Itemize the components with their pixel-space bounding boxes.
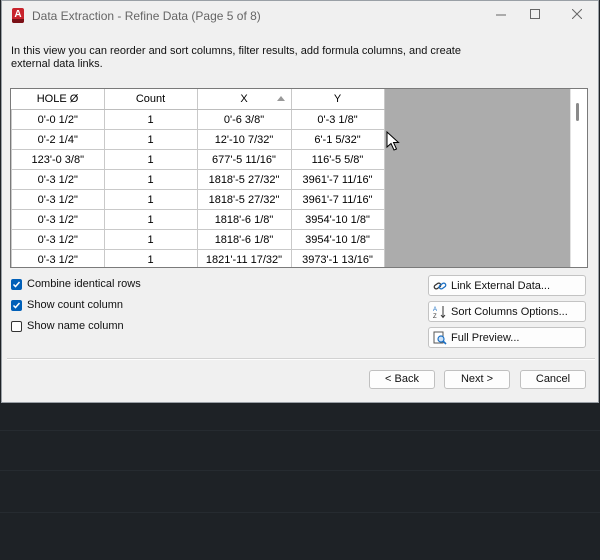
table-row[interactable]: 123'-0 3/8" 1 677'-5 11/16" 116'-5 5/8" bbox=[11, 149, 385, 170]
window-title: Data Extraction - Refine Data (Page 5 of… bbox=[32, 9, 261, 23]
table-row[interactable]: 0'-0 1/2" 1 0'-6 3/8" 0'-3 1/8" bbox=[11, 109, 385, 130]
combine-rows-checkbox[interactable] bbox=[11, 278, 22, 290]
table-row[interactable]: 0'-3 1/2" 1 1821'-11 17/32" 3973'-1 13/16" bbox=[11, 249, 385, 267]
vertical-scrollbar[interactable] bbox=[570, 89, 587, 267]
link-external-data-button[interactable]: Link External Data... bbox=[428, 275, 586, 296]
table-cell[interactable]: 123'-0 3/8" bbox=[11, 149, 105, 170]
data-table: HOLE Ø Count X Y 0'-0 1/2" 1 0'-6 3/8" 0'-3… bbox=[11, 89, 385, 267]
column-header-y[interactable]: Y bbox=[291, 89, 385, 110]
table-cell[interactable]: 677'-5 11/16" bbox=[196, 149, 292, 170]
table-row[interactable]: 0'-2 1/4" 1 12'-10 7/32" 6'-1 5/32" bbox=[11, 129, 385, 150]
table-cell[interactable]: 1 bbox=[103, 209, 198, 230]
maximize-button[interactable] bbox=[518, 4, 552, 26]
table-cell[interactable]: 12'-10 7/32" bbox=[196, 129, 292, 150]
svg-text:Z: Z bbox=[433, 314, 437, 319]
column-header-x[interactable]: X bbox=[197, 89, 292, 110]
table-cell[interactable]: 1818'-5 27/32" bbox=[196, 189, 292, 210]
table-cell[interactable]: 0'-3 1/2" bbox=[11, 229, 105, 250]
combine-rows-checkbox-row[interactable]: Combine identical rows bbox=[11, 276, 141, 292]
table-cell[interactable]: 1 bbox=[103, 129, 198, 150]
show-name-label: Show name column bbox=[27, 320, 124, 332]
table-cell[interactable]: 1818'-6 1/8" bbox=[196, 229, 292, 250]
table-cell[interactable]: 0'-6 3/8" bbox=[196, 109, 292, 130]
mouse-cursor-icon bbox=[386, 131, 400, 151]
show-count-label: Show count column bbox=[27, 299, 123, 311]
table-cell[interactable]: 1 bbox=[103, 229, 198, 250]
table-cell[interactable]: 0'-3 1/2" bbox=[11, 249, 105, 267]
table-cell[interactable]: 3961'-7 11/16" bbox=[290, 189, 385, 210]
desktop-line bbox=[0, 512, 600, 513]
table-cell[interactable]: 1 bbox=[103, 149, 198, 170]
table-row[interactable]: 0'-3 1/2" 1 1818'-5 27/32" 3961'-7 11/16" bbox=[11, 189, 385, 210]
table-row[interactable]: 0'-3 1/2" 1 1818'-6 1/8" 3954'-10 1/8" bbox=[11, 209, 385, 230]
autocad-app-icon: A bbox=[12, 8, 24, 23]
show-count-checkbox[interactable] bbox=[11, 299, 22, 311]
table-cell[interactable]: 3954'-10 1/8" bbox=[290, 209, 385, 230]
table-cell[interactable]: 1 bbox=[103, 169, 198, 190]
description-text: In this view you can reorder and sort co… bbox=[11, 45, 461, 70]
show-name-checkbox-row[interactable]: Show name column bbox=[11, 318, 124, 334]
table-cell[interactable]: 1 bbox=[103, 109, 198, 130]
sort-ascending-icon bbox=[276, 96, 285, 101]
table-cell[interactable]: 1818'-5 27/32" bbox=[196, 169, 292, 190]
sort-az-icon: A Z bbox=[432, 304, 448, 320]
link-icon bbox=[432, 278, 448, 294]
table-cell[interactable]: 0'-3 1/2" bbox=[11, 209, 105, 230]
checkmark-icon bbox=[12, 281, 21, 288]
table-cell[interactable]: 3961'-7 11/16" bbox=[290, 169, 385, 190]
table-cell[interactable]: 0'-3 1/2" bbox=[11, 189, 105, 210]
table-cell[interactable]: 1821'-11 17/32" bbox=[196, 249, 292, 267]
table-row[interactable]: 0'-3 1/2" 1 1818'-5 27/32" 3961'-7 11/16" bbox=[11, 169, 385, 190]
minimize-icon bbox=[496, 14, 506, 16]
table-cell[interactable]: 6'-1 5/32" bbox=[290, 129, 385, 150]
back-button[interactable]: < Back bbox=[369, 370, 435, 389]
combine-rows-label: Combine identical rows bbox=[27, 278, 141, 290]
table-cell[interactable]: 3954'-10 1/8" bbox=[290, 229, 385, 250]
close-icon bbox=[572, 9, 582, 19]
separator bbox=[7, 359, 595, 360]
maximize-icon bbox=[530, 9, 540, 19]
title-bar: A Data Extraction - Refine Data (Page 5 … bbox=[2, 1, 598, 31]
preview-magnifier-icon bbox=[432, 330, 448, 346]
table-row[interactable]: 0'-3 1/2" 1 1818'-6 1/8" 3954'-10 1/8" bbox=[11, 229, 385, 250]
table-cell[interactable]: 116'-5 5/8" bbox=[290, 149, 385, 170]
column-header-hole[interactable]: HOLE Ø bbox=[11, 89, 105, 110]
close-button[interactable] bbox=[560, 4, 594, 26]
sort-columns-options-button[interactable]: A Z Sort Columns Options... bbox=[428, 301, 586, 322]
desktop-line bbox=[0, 430, 600, 431]
table-cell[interactable]: 3973'-1 13/16" bbox=[290, 249, 385, 267]
table-cell[interactable]: 0'-2 1/4" bbox=[11, 129, 105, 150]
svg-text:A: A bbox=[433, 307, 437, 313]
column-header-count[interactable]: Count bbox=[104, 89, 198, 110]
table-cell[interactable]: 1 bbox=[103, 249, 198, 267]
table-cell[interactable]: 1818'-6 1/8" bbox=[196, 209, 292, 230]
scrollbar-thumb[interactable] bbox=[576, 103, 579, 121]
full-preview-button[interactable]: Full Preview... bbox=[428, 327, 586, 348]
minimize-button[interactable] bbox=[484, 4, 518, 26]
desktop-line bbox=[0, 470, 600, 471]
next-button[interactable]: Next > bbox=[444, 370, 510, 389]
table-cell[interactable]: 0'-3 1/2" bbox=[11, 169, 105, 190]
cancel-button[interactable]: Cancel bbox=[520, 370, 586, 389]
show-count-checkbox-row[interactable]: Show count column bbox=[11, 297, 123, 313]
checkmark-icon bbox=[12, 302, 21, 309]
data-extraction-dialog: A Data Extraction - Refine Data (Page 5 … bbox=[1, 0, 599, 403]
table-cell[interactable]: 1 bbox=[103, 189, 198, 210]
table-cell[interactable]: 0'-3 1/8" bbox=[290, 109, 385, 130]
show-name-checkbox[interactable] bbox=[11, 320, 22, 332]
data-grid[interactable]: HOLE Ø Count X Y 0'-0 1/2" 1 0'-6 3/8" 0'-3… bbox=[10, 88, 588, 268]
table-cell[interactable]: 0'-0 1/2" bbox=[11, 109, 105, 130]
